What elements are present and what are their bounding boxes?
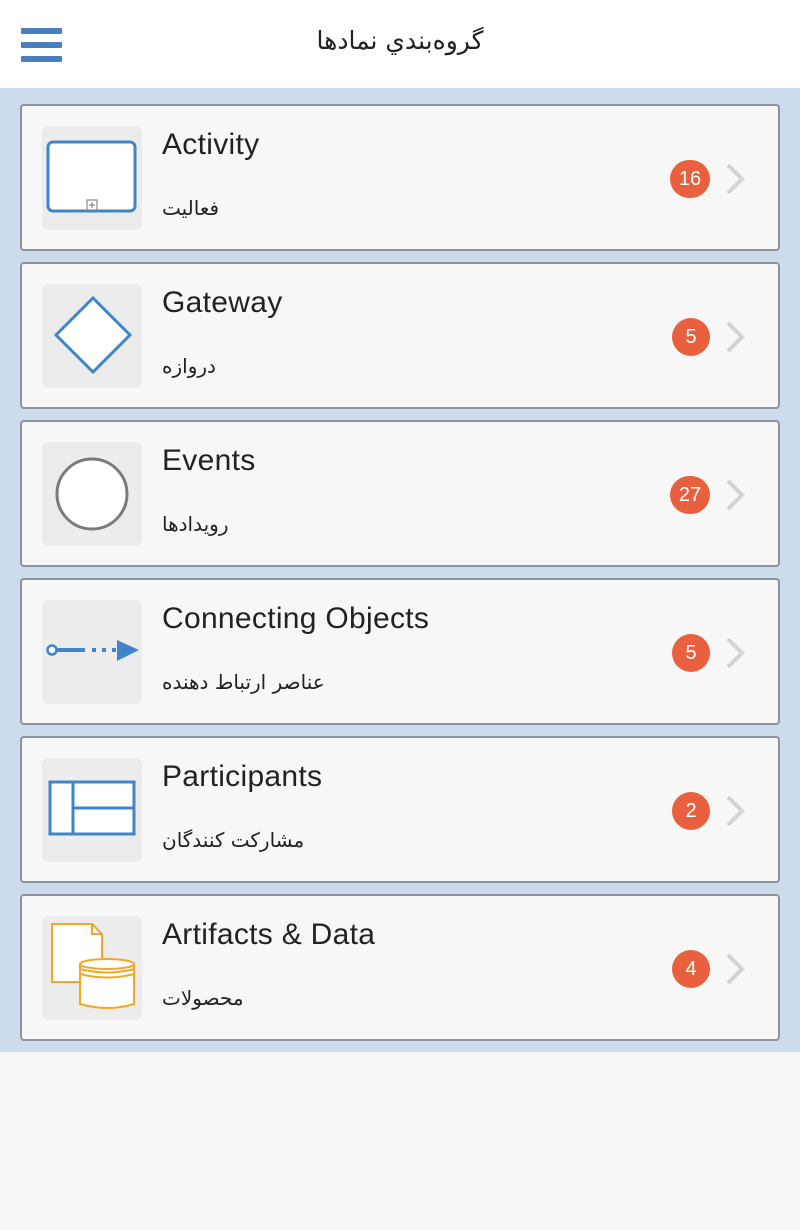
- chevron-right-icon: [726, 637, 745, 669]
- category-title: Artifacts & Data: [162, 918, 376, 951]
- category-item-gateway[interactable]: Gateway دروازه 5: [20, 262, 780, 409]
- category-title: Participants: [162, 760, 323, 793]
- chevron-right-icon: [726, 163, 745, 195]
- category-subtitle: دروازه: [162, 354, 216, 378]
- category-subtitle: رويدادها: [162, 512, 229, 536]
- page-title: گروه‌بندي نمادها: [316, 26, 484, 55]
- category-item-events[interactable]: Events رويدادها 27: [20, 420, 780, 567]
- connector-arrow-icon: [42, 600, 142, 704]
- app-header: گروه‌بندي نمادها: [0, 0, 800, 88]
- chevron-right-icon: [726, 479, 745, 511]
- category-subtitle: فعاليت: [162, 196, 220, 220]
- count-badge: 5: [672, 318, 710, 356]
- data-object-store-icon: [42, 916, 142, 1020]
- count-badge: 5: [672, 634, 710, 672]
- category-subtitle: محصولات: [162, 986, 244, 1010]
- count-badge: 16: [670, 160, 710, 198]
- category-title: Connecting Objects: [162, 602, 430, 635]
- category-title: Gateway: [162, 286, 283, 319]
- category-item-activity[interactable]: Activity فعاليت 16: [20, 104, 780, 251]
- category-item-artifacts-data[interactable]: Artifacts & Data محصولات 4: [20, 894, 780, 1041]
- activity-task-icon: [42, 126, 142, 230]
- gateway-diamond-icon: [42, 284, 142, 388]
- category-list: Activity فعاليت 16 Gateway دروازه 5 Even…: [0, 88, 800, 1052]
- event-circle-icon: [42, 442, 142, 546]
- menu-bar: [21, 56, 62, 62]
- chevron-right-icon: [726, 953, 745, 985]
- category-item-participants[interactable]: Participants مشارکت کنندگان 2: [20, 736, 780, 883]
- category-subtitle: مشارکت کنندگان: [162, 828, 305, 852]
- category-title: Events: [162, 444, 256, 477]
- chevron-right-icon: [726, 321, 745, 353]
- count-badge: 27: [670, 476, 710, 514]
- category-item-connecting-objects[interactable]: Connecting Objects عناصر ارتباط دهنده 5: [20, 578, 780, 725]
- count-badge: 2: [672, 792, 710, 830]
- pool-lanes-icon: [42, 758, 142, 862]
- category-subtitle: عناصر ارتباط دهنده: [162, 670, 325, 694]
- chevron-right-icon: [726, 795, 745, 827]
- count-badge: 4: [672, 950, 710, 988]
- category-title: Activity: [162, 128, 260, 161]
